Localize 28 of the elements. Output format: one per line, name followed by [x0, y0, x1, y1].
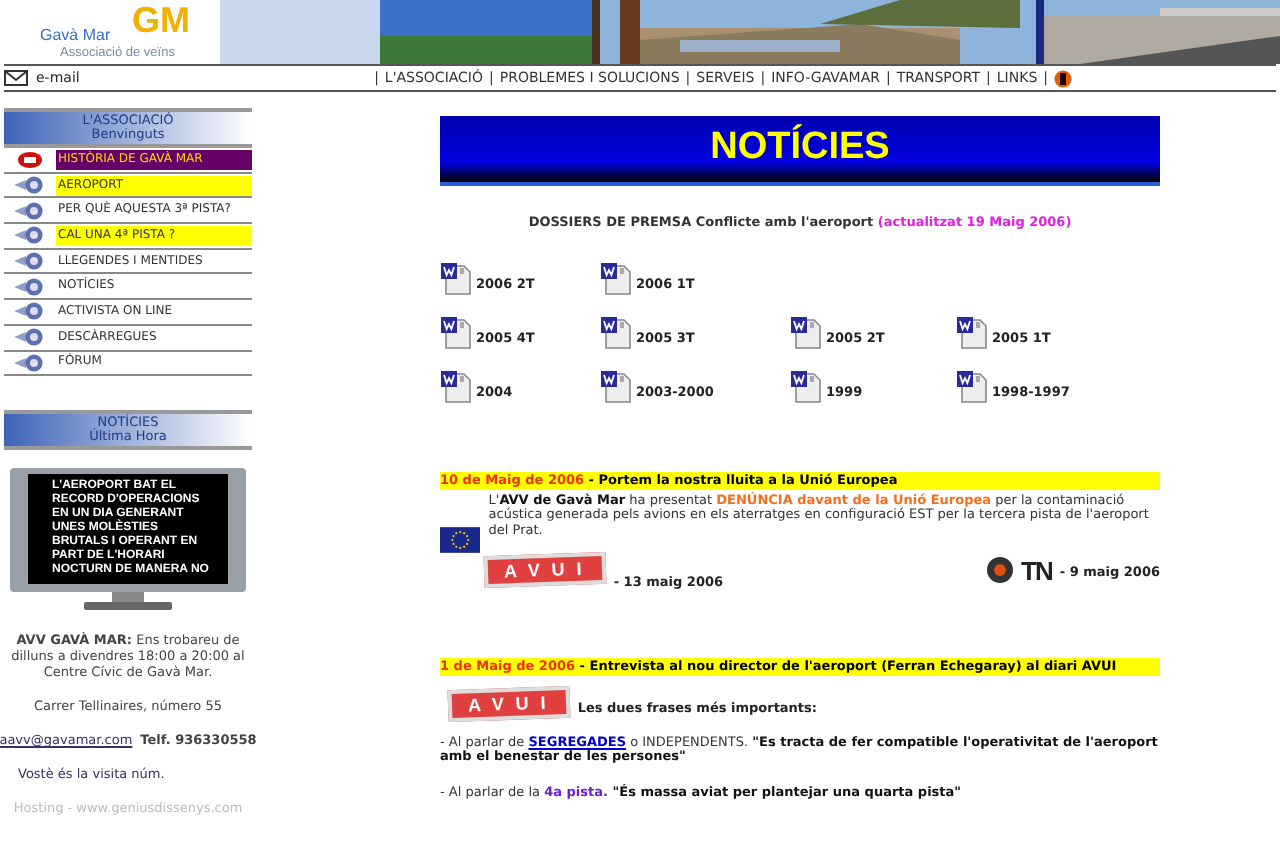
tn-dot-icon [985, 555, 1014, 584]
disc-icon [14, 252, 46, 271]
new-icon [18, 151, 42, 168]
mail-icon [4, 70, 28, 86]
document-icon [600, 315, 632, 350]
avui-logo: AVUI [447, 685, 571, 722]
logo-mark: GM [132, 2, 190, 38]
logo-name: Gavà Mar [40, 24, 111, 46]
document-icon [440, 315, 472, 350]
document-icon [440, 369, 472, 404]
disc-icon [14, 353, 46, 372]
document-icon [790, 315, 822, 350]
page-title: NOTÍCIES [710, 122, 890, 173]
disc-icon [14, 277, 46, 296]
document-icon [790, 369, 822, 404]
document-icon [956, 315, 988, 350]
document-icon [600, 369, 632, 404]
disc-icon [14, 201, 46, 220]
document-icon [956, 369, 988, 404]
disc-icon [14, 176, 46, 195]
disc-icon [14, 302, 46, 321]
document-icon [600, 261, 632, 296]
document-icon [440, 261, 472, 296]
disc-icon [14, 226, 46, 245]
tn-logo: TN [1021, 557, 1052, 584]
flag-icon [1054, 69, 1072, 87]
disc-icon [14, 328, 46, 347]
avui-logo: AVUI [483, 551, 607, 588]
